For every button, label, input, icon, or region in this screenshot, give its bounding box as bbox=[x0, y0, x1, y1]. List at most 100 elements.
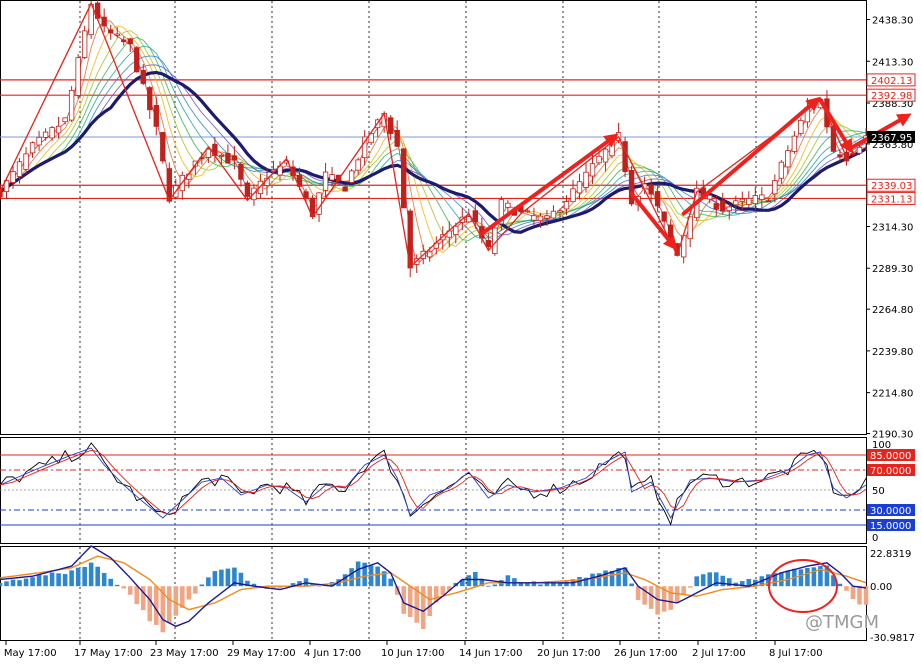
oscillator-level-label: 70.0000 bbox=[870, 466, 911, 477]
macd-histogram-bar bbox=[440, 586, 446, 595]
macd-histogram-bar bbox=[173, 586, 179, 616]
time-tick-label: 17 May 17:00 bbox=[74, 648, 143, 659]
candle-body bbox=[720, 200, 726, 212]
candle-body bbox=[29, 142, 36, 154]
candle-body bbox=[759, 194, 765, 200]
candle-body bbox=[791, 135, 798, 152]
price-panel-frame bbox=[0, 0, 867, 435]
trading-chart: 2438.302413.302388.302363.802339.302314.… bbox=[0, 0, 922, 662]
candle-body bbox=[160, 132, 166, 162]
macd-histogram-bar bbox=[407, 586, 413, 617]
macd-histogram-bar bbox=[694, 576, 699, 587]
candle-body bbox=[746, 197, 752, 205]
candle-body bbox=[752, 195, 758, 205]
macd-histogram-bar bbox=[707, 572, 713, 587]
candle-body bbox=[101, 16, 107, 27]
candle-body bbox=[427, 251, 433, 258]
time-tick-label: 10 Jun 17:00 bbox=[381, 648, 445, 659]
candle-body bbox=[772, 180, 778, 195]
candle-body bbox=[661, 211, 667, 222]
macd-tick-label: 0.00 bbox=[870, 582, 892, 593]
macd-histogram-bar bbox=[420, 586, 426, 629]
candle-body bbox=[654, 191, 661, 207]
candle-body bbox=[68, 89, 75, 121]
level-price-label: 2331.13 bbox=[871, 194, 912, 205]
candle-body bbox=[596, 155, 602, 164]
watermark-text: @TMGM bbox=[805, 612, 879, 633]
price-tick-label: 2438.30 bbox=[872, 16, 913, 27]
macd-histogram-bar bbox=[316, 586, 322, 587]
candle-body bbox=[602, 148, 609, 163]
macd-histogram-bar bbox=[212, 571, 218, 587]
candle-body bbox=[205, 148, 212, 158]
candle-body bbox=[42, 131, 49, 138]
time-tick-label: 2 Jul 17:00 bbox=[692, 648, 746, 659]
price-tick-label: 2239.80 bbox=[872, 347, 913, 358]
candle-body bbox=[830, 126, 837, 152]
candle-body bbox=[244, 182, 251, 197]
candle-body bbox=[316, 192, 322, 215]
candle-body bbox=[231, 155, 238, 161]
candle-body bbox=[537, 215, 544, 222]
candle-body bbox=[576, 181, 583, 194]
price-tick-label: 2190.30 bbox=[872, 429, 913, 440]
macd-histogram-bar bbox=[687, 586, 693, 588]
candle-body bbox=[10, 170, 16, 183]
candle-body bbox=[589, 163, 596, 177]
macd-histogram-bar bbox=[492, 584, 498, 587]
macd-histogram-bar bbox=[82, 566, 87, 587]
macd-histogram-bar bbox=[193, 586, 198, 594]
macd-histogram-bar bbox=[134, 586, 140, 605]
time-tick-label: 13 May 17:00 bbox=[0, 648, 57, 659]
macd-histogram-bar bbox=[75, 567, 81, 587]
candle-body bbox=[348, 170, 355, 183]
candle-body bbox=[147, 87, 153, 111]
macd-histogram-bar bbox=[844, 586, 849, 591]
macd-histogram-bar bbox=[590, 573, 595, 587]
macd-histogram-bar bbox=[355, 561, 361, 587]
candle-body bbox=[713, 203, 719, 210]
candle-body bbox=[856, 146, 863, 154]
candle-body bbox=[739, 198, 745, 202]
candle-body bbox=[75, 57, 81, 96]
macd-histogram-bar bbox=[108, 578, 113, 587]
candle-body bbox=[16, 161, 23, 177]
macd-histogram-bar bbox=[30, 577, 35, 587]
macd-histogram-bar bbox=[805, 568, 810, 587]
macd-histogram-bar bbox=[375, 566, 380, 587]
candle-body bbox=[55, 125, 62, 134]
candle-body bbox=[62, 117, 68, 123]
chart-canvas: 2438.302413.302388.302363.802339.302314.… bbox=[0, 0, 916, 659]
macd-histogram-bar bbox=[167, 586, 172, 624]
macd-histogram-bar bbox=[206, 577, 211, 587]
oscillator-tick-label: 50 bbox=[872, 486, 885, 497]
candle-body bbox=[648, 184, 654, 195]
macd-histogram-bar bbox=[88, 562, 94, 587]
macd-histogram-bar bbox=[114, 584, 120, 587]
candle-body bbox=[733, 200, 739, 206]
macd-histogram-bar bbox=[811, 567, 817, 587]
macd-histogram-bar bbox=[43, 575, 48, 587]
macd-histogram-bar bbox=[69, 570, 74, 587]
oscillator-tick-label: 0 bbox=[872, 533, 878, 544]
candle-body bbox=[850, 153, 856, 155]
candle-body bbox=[36, 136, 42, 146]
candle-body bbox=[342, 186, 348, 192]
price-tick-label: 2314.30 bbox=[872, 223, 913, 234]
macd-histogram-bar bbox=[538, 584, 543, 587]
candle-body bbox=[329, 174, 335, 181]
candle-body bbox=[667, 224, 674, 239]
candle-body bbox=[726, 206, 732, 212]
candle-body bbox=[387, 117, 394, 134]
candle-body bbox=[570, 188, 576, 203]
oscillator-level-label: 15.0000 bbox=[870, 521, 911, 532]
candle-body bbox=[401, 148, 407, 209]
level-price-label: 2392.98 bbox=[871, 91, 912, 102]
macd-histogram-bar bbox=[486, 585, 491, 587]
candle-body bbox=[485, 240, 492, 248]
macd-histogram-bar bbox=[127, 586, 133, 595]
macd-histogram-bar bbox=[121, 586, 126, 589]
macd-histogram-bar bbox=[186, 586, 192, 600]
candle-body bbox=[472, 210, 479, 223]
macd-histogram-bar bbox=[17, 580, 22, 587]
